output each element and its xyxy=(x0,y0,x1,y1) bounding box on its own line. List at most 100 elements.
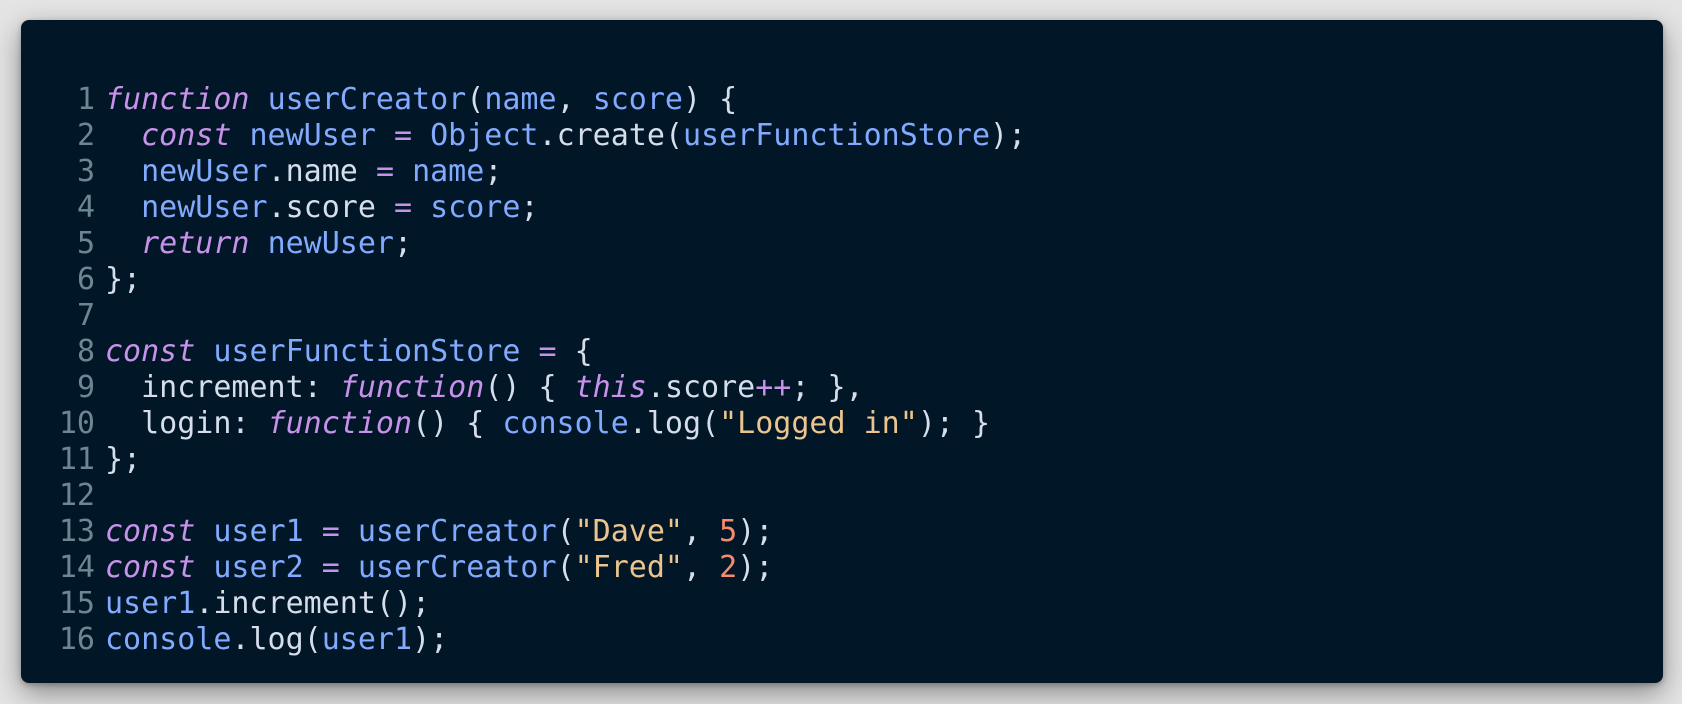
code-token: = xyxy=(321,550,340,585)
code-token: userCreator xyxy=(267,82,467,117)
code-line: 8 const userFunctionStore = { xyxy=(21,334,1026,370)
line-content: console.log(user1); xyxy=(105,622,448,658)
code-token: "Fred" xyxy=(574,550,683,585)
line-number: 7 xyxy=(76,298,95,333)
code-token: name xyxy=(484,82,557,117)
code-token: "Dave" xyxy=(574,514,683,549)
code-token: user1 xyxy=(321,622,413,657)
code-token: ( xyxy=(303,622,322,657)
code-token: = xyxy=(394,118,413,153)
code-line: 10 login: function() { console.log("Logg… xyxy=(21,406,1026,442)
code-token: console xyxy=(502,406,629,441)
code-token: . xyxy=(538,118,557,153)
line-content: newUser.score = score; xyxy=(105,190,539,226)
code-token: newUser xyxy=(141,154,268,189)
code-token: ); xyxy=(412,622,449,657)
code-line: 14 const user2 = userCreator("Fred", 2); xyxy=(21,550,1026,586)
code-token: name xyxy=(285,154,358,189)
code-token: const xyxy=(105,334,196,369)
line-content: const user2 = userCreator("Fred", 2); xyxy=(105,550,773,586)
code-token: increment xyxy=(141,370,304,405)
line-number: 4 xyxy=(76,190,95,225)
code-token: newUser xyxy=(141,190,268,225)
code-token: = xyxy=(394,190,413,225)
code-token: 5 xyxy=(719,514,738,549)
line-content: const newUser = Object.create(userFuncti… xyxy=(105,118,1026,154)
line-content: login: function() { console.log("Logged … xyxy=(105,406,990,442)
code-token: : xyxy=(231,406,268,441)
code-line: 5 return newUser; xyxy=(21,226,1026,262)
code-token: = xyxy=(375,154,394,189)
code-token: ); } xyxy=(917,406,991,441)
line-content: return newUser; xyxy=(105,226,412,262)
line-number: 3 xyxy=(76,154,95,189)
code-block: 1 function userCreator(name, score) {2 co… xyxy=(21,82,1026,658)
code-token: score xyxy=(664,370,756,405)
code-token: ++ xyxy=(755,370,792,405)
code-line: 9 increment: function() { this.score++; … xyxy=(21,370,1026,406)
code-token: userCreator xyxy=(357,514,557,549)
code-token: ( xyxy=(466,82,485,117)
line-number: 13 xyxy=(58,514,95,549)
code-token: const xyxy=(105,514,196,549)
line-number: 11 xyxy=(58,442,95,477)
code-token: user1 xyxy=(105,586,196,621)
code-token: userFunctionStore xyxy=(683,118,991,153)
code-token: . xyxy=(646,370,665,405)
line-number: 1 xyxy=(76,82,95,117)
line-content: newUser.name = name; xyxy=(105,154,502,190)
code-token: function xyxy=(339,370,485,405)
code-token: = xyxy=(538,334,557,369)
line-content: }; xyxy=(105,442,141,478)
code-line: 12 xyxy=(21,478,1026,514)
code-line: 16 console.log(user1); xyxy=(21,622,1026,658)
code-token: newUser xyxy=(249,118,376,153)
code-token: ; xyxy=(520,190,539,225)
line-content: function userCreator(name, score) { xyxy=(105,82,737,118)
line-number: 15 xyxy=(58,586,95,621)
line-content: user1.increment(); xyxy=(105,586,430,622)
code-token: newUser xyxy=(267,226,394,261)
code-token: Object xyxy=(430,118,539,153)
code-token: }; xyxy=(105,262,142,297)
line-number: 14 xyxy=(58,550,95,585)
code-token: , xyxy=(556,82,593,117)
code-token: ( xyxy=(556,514,575,549)
code-token: console xyxy=(105,622,232,657)
code-token: function xyxy=(105,82,250,117)
code-token: user2 xyxy=(213,550,304,585)
code-token: ( xyxy=(556,550,575,585)
code-line: 15 user1.increment(); xyxy=(21,586,1026,622)
line-number: 10 xyxy=(58,406,95,441)
code-token: user1 xyxy=(213,514,304,549)
code-token: score xyxy=(592,82,683,117)
code-token: create xyxy=(556,118,665,153)
line-number: 6 xyxy=(76,262,95,297)
code-token: . xyxy=(267,190,286,225)
code-token: ; xyxy=(484,154,503,189)
code-token: login xyxy=(141,406,232,441)
code-token: name xyxy=(412,154,485,189)
code-token: "Logged in" xyxy=(719,406,918,441)
code-token: this xyxy=(574,370,647,405)
code-token: increment xyxy=(213,586,376,621)
code-token: (); xyxy=(375,586,431,621)
line-content: increment: function() { this.score++; }, xyxy=(105,370,864,406)
code-token: , xyxy=(683,550,720,585)
code-token: ( xyxy=(701,406,720,441)
